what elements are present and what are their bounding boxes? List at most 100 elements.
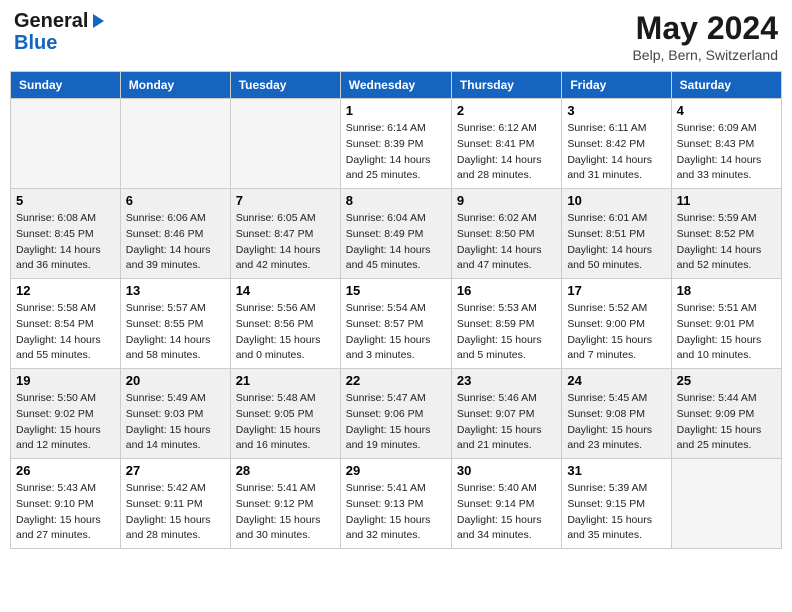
- day-number: 26: [16, 463, 115, 478]
- day-number: 12: [16, 283, 115, 298]
- calendar-cell: 19Sunrise: 5:50 AMSunset: 9:02 PMDayligh…: [11, 369, 121, 459]
- weekday-header-row: SundayMondayTuesdayWednesdayThursdayFrid…: [11, 72, 782, 99]
- calendar-cell: 12 Sunrise: 5:58 AMSunset: 8:54 PMDayligh…: [11, 279, 121, 369]
- day-info: Sunrise: 5:59 AMSunset: 8:52 PMDaylight:…: [677, 211, 776, 274]
- logo-blue-text: Blue: [14, 32, 57, 54]
- day-number: 1: [346, 103, 446, 118]
- title-block: May 2024 Belp, Bern, Switzerland: [632, 10, 778, 63]
- calendar-week-row: 1 Sunrise: 6:14 AMSunset: 8:39 PMDaylight…: [11, 99, 782, 189]
- day-info: Sunrise: 5:41 AMSunset: 9:12 PMDaylight:…: [236, 481, 335, 544]
- weekday-header: Thursday: [451, 72, 561, 99]
- day-info: Sunrise: 5:53 AMSunset: 8:59 PMDaylight:…: [457, 301, 556, 364]
- calendar-cell: 1 Sunrise: 6:14 AMSunset: 8:39 PMDaylight…: [340, 99, 451, 189]
- logo-general: General: [14, 10, 88, 32]
- day-info: Sunrise: 6:11 AMSunset: 8:42 PMDaylight:…: [567, 121, 665, 184]
- logo-triangle-icon: [88, 12, 106, 30]
- calendar-cell: 17 Sunrise: 5:52 AMSunset: 9:00 PMDayligh…: [562, 279, 671, 369]
- day-info: Sunrise: 6:12 AMSunset: 8:41 PMDaylight:…: [457, 121, 556, 184]
- calendar-cell: 30Sunrise: 5:40 AMSunset: 9:14 PMDayligh…: [451, 459, 561, 549]
- day-info: Sunrise: 6:14 AMSunset: 8:39 PMDaylight:…: [346, 121, 446, 184]
- calendar-cell: 7 Sunrise: 6:05 AMSunset: 8:47 PMDaylight…: [230, 189, 340, 279]
- day-info: Sunrise: 5:41 AMSunset: 9:13 PMDaylight:…: [346, 481, 446, 544]
- day-number: 21: [236, 373, 335, 388]
- month-title: May 2024: [632, 10, 778, 47]
- day-info: Sunrise: 5:40 AMSunset: 9:14 PMDaylight:…: [457, 481, 556, 544]
- calendar-cell: 14Sunrise: 5:56 AMSunset: 8:56 PMDayligh…: [230, 279, 340, 369]
- calendar-cell: 9Sunrise: 6:02 AMSunset: 8:50 PMDaylight…: [451, 189, 561, 279]
- calendar-cell: 13 Sunrise: 5:57 AMSunset: 8:55 PMDayligh…: [120, 279, 230, 369]
- location-subtitle: Belp, Bern, Switzerland: [632, 47, 778, 63]
- calendar-cell: 11Sunrise: 5:59 AMSunset: 8:52 PMDayligh…: [671, 189, 781, 279]
- calendar-cell: 15Sunrise: 5:54 AMSunset: 8:57 PMDayligh…: [340, 279, 451, 369]
- day-info: Sunrise: 5:48 AMSunset: 9:05 PMDaylight:…: [236, 391, 335, 454]
- day-info: Sunrise: 5:46 AMSunset: 9:07 PMDaylight:…: [457, 391, 556, 454]
- day-number: 13: [126, 283, 225, 298]
- calendar-cell: 29 Sunrise: 5:41 AMSunset: 9:13 PMDayligh…: [340, 459, 451, 549]
- calendar-cell: 21 Sunrise: 5:48 AMSunset: 9:05 PMDayligh…: [230, 369, 340, 459]
- calendar-table: SundayMondayTuesdayWednesdayThursdayFrid…: [10, 71, 782, 549]
- calendar-cell: [120, 99, 230, 189]
- calendar-cell: 8 Sunrise: 6:04 AMSunset: 8:49 PMDaylight…: [340, 189, 451, 279]
- day-number: 17: [567, 283, 665, 298]
- day-number: 20: [126, 373, 225, 388]
- day-number: 9: [457, 193, 556, 208]
- day-info: Sunrise: 6:01 AMSunset: 8:51 PMDaylight:…: [567, 211, 665, 274]
- calendar-cell: 28 Sunrise: 5:41 AMSunset: 9:12 PMDayligh…: [230, 459, 340, 549]
- day-info: Sunrise: 5:47 AMSunset: 9:06 PMDaylight:…: [346, 391, 446, 454]
- day-info: Sunrise: 5:44 AMSunset: 9:09 PMDaylight:…: [677, 391, 776, 454]
- logo: General Blue: [14, 10, 106, 54]
- calendar-cell: 27 Sunrise: 5:42 AMSunset: 9:11 PMDayligh…: [120, 459, 230, 549]
- day-info: Sunrise: 5:51 AMSunset: 9:01 PMDaylight:…: [677, 301, 776, 364]
- day-number: 10: [567, 193, 665, 208]
- day-info: Sunrise: 5:52 AMSunset: 9:00 PMDaylight:…: [567, 301, 665, 364]
- day-info: Sunrise: 6:05 AMSunset: 8:47 PMDaylight:…: [236, 211, 335, 274]
- day-number: 27: [126, 463, 225, 478]
- day-info: Sunrise: 5:50 AMSunset: 9:02 PMDaylight:…: [16, 391, 115, 454]
- logo-text: General: [14, 10, 88, 32]
- day-info: Sunrise: 5:49 AMSunset: 9:03 PMDaylight:…: [126, 391, 225, 454]
- calendar-cell: [11, 99, 121, 189]
- calendar-week-row: 12 Sunrise: 5:58 AMSunset: 8:54 PMDayligh…: [11, 279, 782, 369]
- calendar-cell: [671, 459, 781, 549]
- day-number: 4: [677, 103, 776, 118]
- day-info: Sunrise: 6:04 AMSunset: 8:49 PMDaylight:…: [346, 211, 446, 274]
- calendar-week-row: 19Sunrise: 5:50 AMSunset: 9:02 PMDayligh…: [11, 369, 782, 459]
- day-number: 24: [567, 373, 665, 388]
- page-header: General Blue May 2024 Belp, Bern, Switze…: [10, 10, 782, 63]
- day-number: 18: [677, 283, 776, 298]
- day-number: 16: [457, 283, 556, 298]
- day-number: 8: [346, 193, 446, 208]
- day-number: 23: [457, 373, 556, 388]
- day-number: 29: [346, 463, 446, 478]
- day-info: Sunrise: 5:56 AMSunset: 8:56 PMDaylight:…: [236, 301, 335, 364]
- day-number: 7: [236, 193, 335, 208]
- calendar-cell: 5Sunrise: 6:08 AMSunset: 8:45 PMDaylight…: [11, 189, 121, 279]
- day-number: 2: [457, 103, 556, 118]
- calendar-cell: 4 Sunrise: 6:09 AMSunset: 8:43 PMDaylight…: [671, 99, 781, 189]
- day-info: Sunrise: 5:58 AMSunset: 8:54 PMDaylight:…: [16, 301, 115, 364]
- calendar-cell: 2 Sunrise: 6:12 AMSunset: 8:41 PMDaylight…: [451, 99, 561, 189]
- day-info: Sunrise: 6:08 AMSunset: 8:45 PMDaylight:…: [16, 211, 115, 274]
- day-info: Sunrise: 5:54 AMSunset: 8:57 PMDaylight:…: [346, 301, 446, 364]
- day-info: Sunrise: 6:09 AMSunset: 8:43 PMDaylight:…: [677, 121, 776, 184]
- calendar-cell: 24Sunrise: 5:45 AMSunset: 9:08 PMDayligh…: [562, 369, 671, 459]
- day-number: 6: [126, 193, 225, 208]
- day-info: Sunrise: 5:57 AMSunset: 8:55 PMDaylight:…: [126, 301, 225, 364]
- day-info: Sunrise: 5:42 AMSunset: 9:11 PMDaylight:…: [126, 481, 225, 544]
- calendar-cell: 6 Sunrise: 6:06 AMSunset: 8:46 PMDaylight…: [120, 189, 230, 279]
- weekday-header: Monday: [120, 72, 230, 99]
- calendar-cell: 23 Sunrise: 5:46 AMSunset: 9:07 PMDayligh…: [451, 369, 561, 459]
- day-number: 25: [677, 373, 776, 388]
- calendar-week-row: 5Sunrise: 6:08 AMSunset: 8:45 PMDaylight…: [11, 189, 782, 279]
- weekday-header: Saturday: [671, 72, 781, 99]
- day-number: 28: [236, 463, 335, 478]
- day-number: 22: [346, 373, 446, 388]
- day-number: 31: [567, 463, 665, 478]
- weekday-header: Tuesday: [230, 72, 340, 99]
- day-info: Sunrise: 6:06 AMSunset: 8:46 PMDaylight:…: [126, 211, 225, 274]
- calendar-cell: 16 Sunrise: 5:53 AMSunset: 8:59 PMDayligh…: [451, 279, 561, 369]
- weekday-header: Sunday: [11, 72, 121, 99]
- calendar-cell: 26Sunrise: 5:43 AMSunset: 9:10 PMDayligh…: [11, 459, 121, 549]
- calendar-cell: 18 Sunrise: 5:51 AMSunset: 9:01 PMDayligh…: [671, 279, 781, 369]
- weekday-header: Friday: [562, 72, 671, 99]
